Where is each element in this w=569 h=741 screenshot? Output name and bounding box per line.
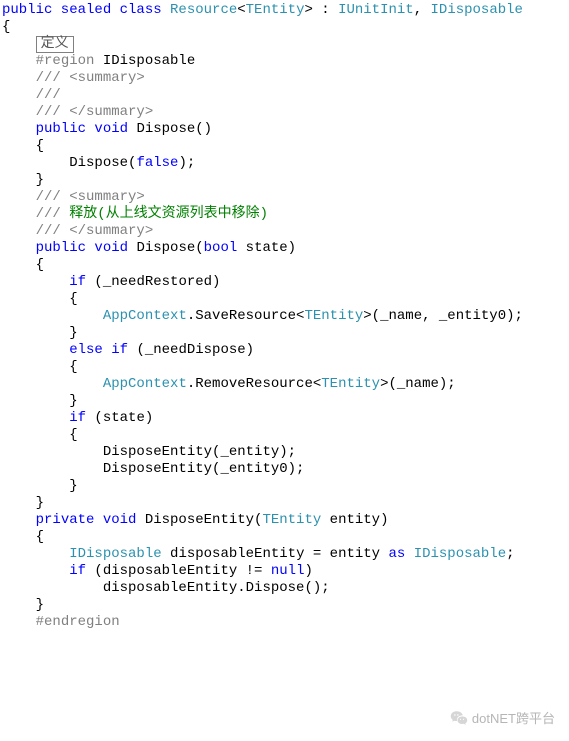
code-text: DisposeEntity(: [145, 512, 263, 528]
code-text: (disposableEntity !=: [86, 563, 271, 579]
code-text: false: [136, 155, 178, 171]
code-text: TEntity: [262, 512, 321, 528]
code-text: private void: [36, 512, 145, 528]
code-text: null: [271, 563, 305, 579]
code-text: Dispose(: [36, 155, 137, 171]
code-text: IUnitInit: [338, 2, 414, 18]
code-text: TEntity: [304, 308, 363, 324]
code-text: ;: [506, 546, 514, 562]
code-text: as: [388, 546, 405, 562]
code-text: );: [178, 155, 195, 171]
code-text: ): [304, 563, 312, 579]
code-text: 释放(从上线文资源列表中移除): [69, 206, 268, 222]
code-text: /// </summary>: [36, 223, 154, 239]
code-text: ///: [36, 87, 61, 103]
code-text: if: [69, 410, 86, 426]
code-text: }: [36, 597, 44, 613]
code-text: }: [36, 172, 44, 188]
code-text: ,: [414, 2, 431, 18]
code-block: public sealed class Resource<TEntity> : …: [0, 0, 569, 631]
code-text: public void: [36, 240, 137, 256]
code-text: [405, 546, 413, 562]
code-text: IDisposable: [431, 2, 523, 18]
code-text: >(_name);: [380, 376, 456, 392]
code-text: DisposeEntity(_entity0);: [36, 461, 305, 477]
code-text: [36, 376, 103, 392]
code-text: TEntity: [246, 2, 305, 18]
code-text: {: [2, 19, 10, 35]
code-text: .SaveResource<: [187, 308, 305, 324]
code-text: <: [237, 2, 245, 18]
code-text: {: [36, 138, 44, 154]
collapsed-region[interactable]: 定义: [36, 36, 74, 53]
code-text: [103, 342, 111, 358]
code-text: [36, 274, 70, 290]
watermark: dotNET跨平台: [450, 708, 555, 727]
code-text: }: [36, 478, 78, 494]
code-text: state): [237, 240, 296, 256]
code-text: bool: [204, 240, 238, 256]
wechat-icon: [450, 709, 468, 727]
code-text: }: [36, 325, 78, 341]
code-text: /// </summary>: [36, 104, 154, 120]
code-text: /// <summary>: [36, 70, 145, 86]
code-text: if: [69, 274, 86, 290]
code-text: /// <summary>: [36, 189, 145, 205]
code-text: [36, 563, 70, 579]
code-text: }: [36, 495, 44, 511]
code-text: ///: [36, 206, 70, 222]
code-text: if: [69, 563, 86, 579]
watermark-text: dotNET跨平台: [472, 708, 555, 727]
code-text: AppContext: [103, 308, 187, 324]
code-text: public sealed class: [2, 2, 170, 18]
code-text: >(_name, _entity0);: [363, 308, 523, 324]
code-text: disposableEntity.Dispose();: [36, 580, 330, 596]
code-text: entity): [321, 512, 388, 528]
code-text: (_needDispose): [128, 342, 254, 358]
code-text: {: [36, 427, 78, 443]
code-text: IDisposable: [69, 546, 161, 562]
code-text: {: [36, 359, 78, 375]
code-text: Dispose(): [136, 121, 212, 137]
code-text: #endregion: [36, 614, 120, 630]
code-text: {: [36, 291, 78, 307]
code-text: public void: [36, 121, 137, 137]
code-text: DisposeEntity(_entity);: [36, 444, 296, 460]
code-text: IDisposable: [414, 546, 506, 562]
code-text: if: [111, 342, 128, 358]
code-text: (_needRestored): [86, 274, 220, 290]
code-text: Resource: [170, 2, 237, 18]
code-text: #region: [36, 53, 95, 69]
code-text: [36, 308, 103, 324]
code-text: {: [36, 257, 44, 273]
code-text: [36, 410, 70, 426]
code-text: [36, 342, 70, 358]
code-text: disposableEntity = entity: [162, 546, 389, 562]
code-text: AppContext: [103, 376, 187, 392]
code-text: IDisposable: [94, 53, 195, 69]
code-text: TEntity: [321, 376, 380, 392]
code-text: Dispose(: [136, 240, 203, 256]
code-text: [36, 546, 70, 562]
code-text: else: [69, 342, 103, 358]
code-text: (state): [86, 410, 153, 426]
code-text: > :: [304, 2, 338, 18]
code-text: }: [36, 393, 78, 409]
code-text: .RemoveResource<: [187, 376, 321, 392]
code-text: {: [36, 529, 44, 545]
